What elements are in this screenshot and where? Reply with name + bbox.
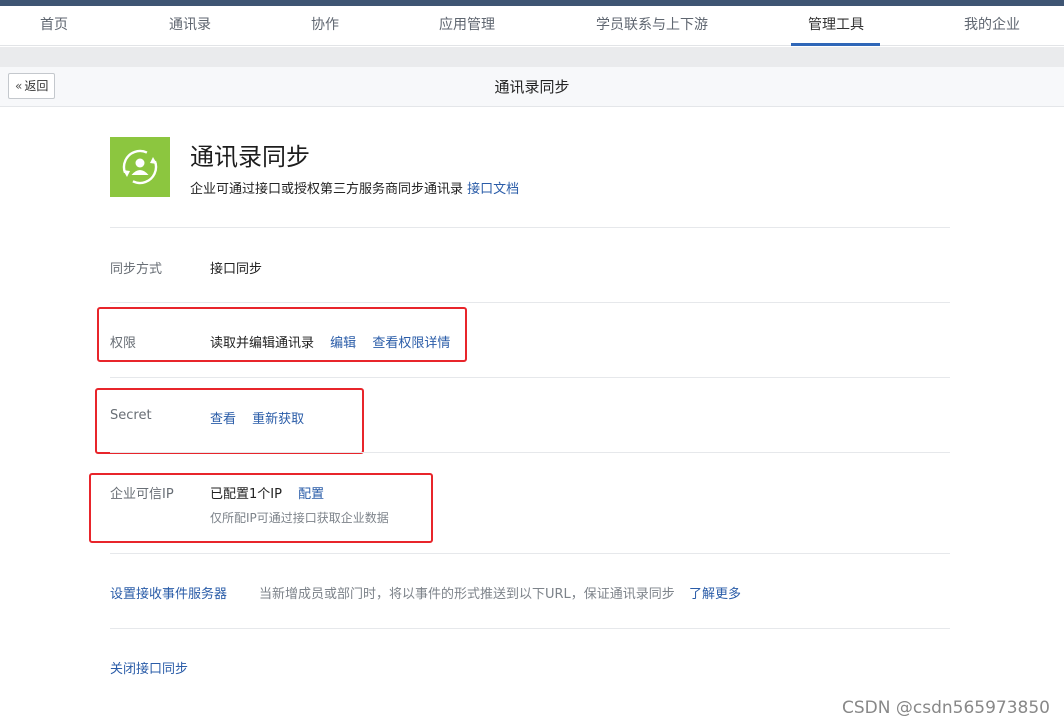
watermark: CSDN @csdn565973850	[842, 698, 1050, 718]
learn-more-link[interactable]: 了解更多	[689, 587, 741, 602]
app-description-text: 企业可通过接口或授权第三方服务商同步通讯录	[190, 182, 464, 197]
page-subheader: « 返回 通讯录同步	[0, 67, 1064, 107]
divider	[110, 452, 950, 453]
nav-item-my-enterprise[interactable]: 我的企业	[964, 6, 1020, 46]
nav-item-management-tools[interactable]: 管理工具	[808, 6, 864, 46]
divider	[110, 628, 950, 629]
highlight-box-trusted-ip	[89, 473, 433, 543]
app-description: 企业可通过接口或授权第三方服务商同步通讯录 接口文档	[190, 178, 519, 197]
active-tab-indicator	[791, 43, 880, 46]
app-title: 通讯录同步	[190, 143, 310, 171]
nav-item-contacts[interactable]: 通讯录	[169, 6, 211, 46]
nav-item-app-management[interactable]: 应用管理	[439, 6, 495, 46]
top-nav: 首页 通讯录 协作 应用管理 学员联系与上下游 管理工具 我的企业	[0, 6, 1064, 46]
divider	[110, 377, 950, 378]
header-band	[0, 47, 1064, 67]
sync-method-value: 接口同步	[210, 262, 263, 277]
nav-item-student-contacts[interactable]: 学员联系与上下游	[596, 6, 708, 46]
nav-item-collaboration[interactable]: 协作	[311, 6, 339, 46]
nav-item-home[interactable]: 首页	[40, 6, 68, 46]
api-doc-link[interactable]: 接口文档	[467, 182, 519, 197]
sync-method-label: 同步方式	[110, 262, 163, 277]
page-title: 通讯录同步	[494, 78, 570, 96]
divider	[110, 227, 950, 228]
event-server-settings-link[interactable]: 设置接收事件服务器	[110, 583, 227, 602]
event-server-description: 当新增成员或部门时，将以事件的形式推送到以下URL，保证通讯录同步 了解更多	[259, 583, 741, 602]
highlight-box-secret	[95, 388, 364, 454]
sync-contacts-icon	[110, 137, 170, 197]
divider	[110, 553, 950, 554]
highlight-box-permission	[97, 307, 467, 362]
close-api-sync-link[interactable]: 关闭接口同步	[110, 658, 188, 677]
divider	[110, 302, 950, 303]
event-server-description-text: 当新增成员或部门时，将以事件的形式推送到以下URL，保证通讯录同步	[259, 587, 675, 602]
